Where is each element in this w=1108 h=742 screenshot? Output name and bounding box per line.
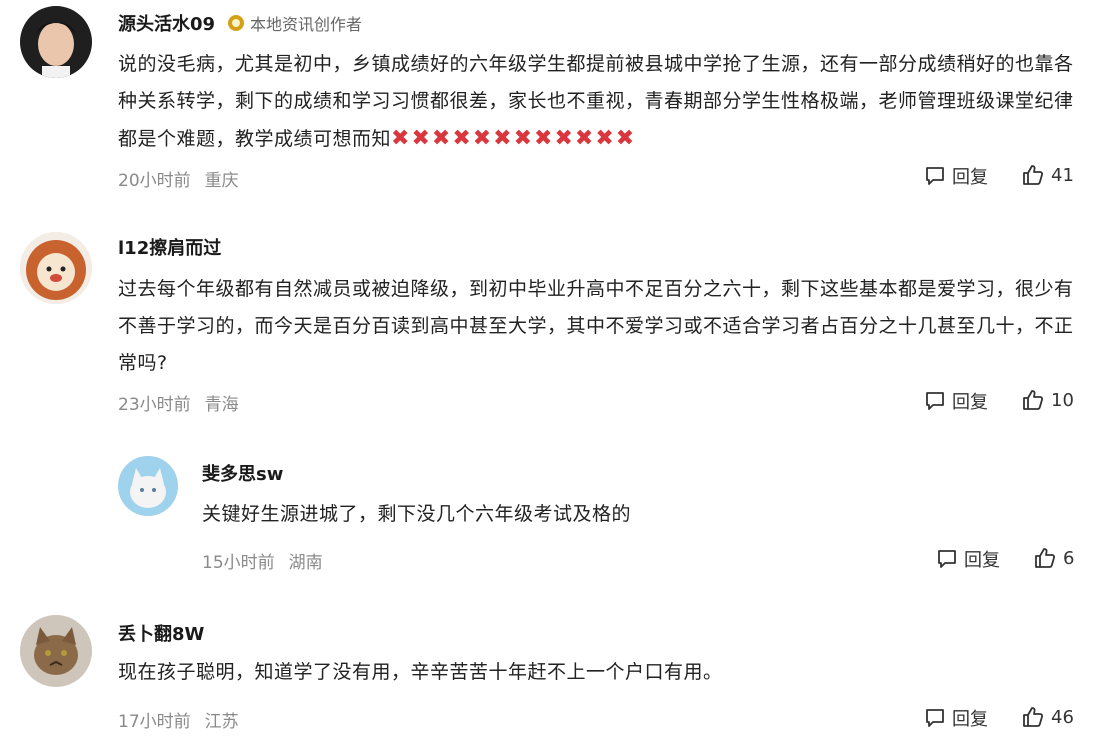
thumbs-up-icon bbox=[1023, 707, 1044, 727]
comment-text: 现在孩子聪明，知道学了没有用，辛辛苦苦十年赶不上一个户口有用。 bbox=[118, 661, 723, 683]
timestamp: 17小时前 bbox=[118, 712, 191, 732]
reply-label: 回复 bbox=[952, 709, 988, 730]
comment-meta: 17小时前 江苏 bbox=[118, 707, 239, 732]
location: 江苏 bbox=[204, 712, 239, 732]
username[interactable]: 丢卜翻8W bbox=[118, 620, 204, 646]
cat-avatar-icon bbox=[20, 615, 92, 687]
like-button[interactable]: 46 bbox=[1021, 705, 1074, 729]
comment-item: 丢卜翻8W 现在孩子聪明，知道学了没有用，辛辛苦苦十年赶不上一个户口有用。 17… bbox=[0, 0, 1108, 742]
like-count: 46 bbox=[1051, 706, 1074, 728]
comment-bubble-icon bbox=[926, 709, 944, 727]
avatar[interactable] bbox=[20, 615, 92, 687]
reply-button[interactable]: 回复 bbox=[924, 705, 988, 731]
